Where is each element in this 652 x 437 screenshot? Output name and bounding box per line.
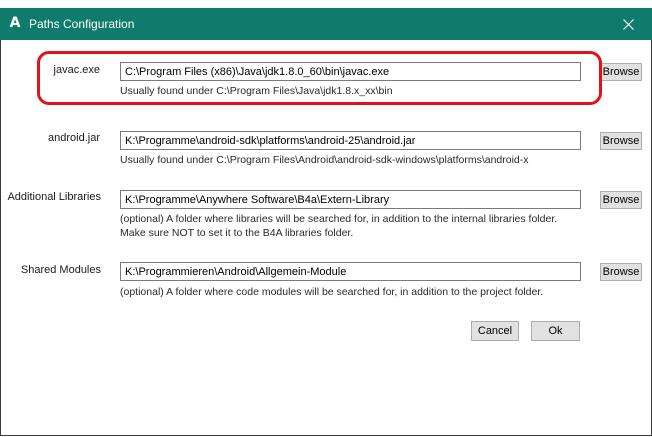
android-jar-path-input[interactable] — [120, 131, 581, 150]
additional-libraries-hint-line2: Make sure NOT to set it to the B4A libra… — [120, 227, 354, 239]
close-icon — [622, 18, 634, 30]
android-jar-hint: Usually found under C:\Program Files\And… — [120, 154, 529, 166]
additional-libraries-label: Additional Libraries — [7, 191, 101, 203]
shared-modules-path-input[interactable] — [120, 262, 581, 281]
shared-modules-hint: (optional) A folder where code modules w… — [120, 286, 544, 298]
additional-libraries-path-input[interactable] — [120, 190, 581, 209]
ok-button[interactable]: Ok — [531, 321, 580, 341]
javac-browse-button[interactable]: Browse — [600, 63, 642, 81]
shared-modules-label: Shared Modules — [20, 264, 101, 276]
android-jar-label: android.jar — [48, 132, 100, 144]
android-jar-browse-button[interactable]: Browse — [600, 132, 642, 150]
close-button[interactable] — [614, 12, 642, 36]
additional-libraries-hint-line1: (optional) A folder where libraries will… — [120, 213, 558, 225]
shared-modules-browse-button[interactable]: Browse — [600, 263, 642, 281]
cancel-button[interactable]: Cancel — [471, 321, 519, 341]
additional-libraries-browse-button[interactable]: Browse — [600, 191, 642, 209]
highlight-annotation — [37, 51, 602, 105]
app-icon: A — [9, 15, 21, 31]
window-title: Paths Configuration — [29, 17, 135, 31]
